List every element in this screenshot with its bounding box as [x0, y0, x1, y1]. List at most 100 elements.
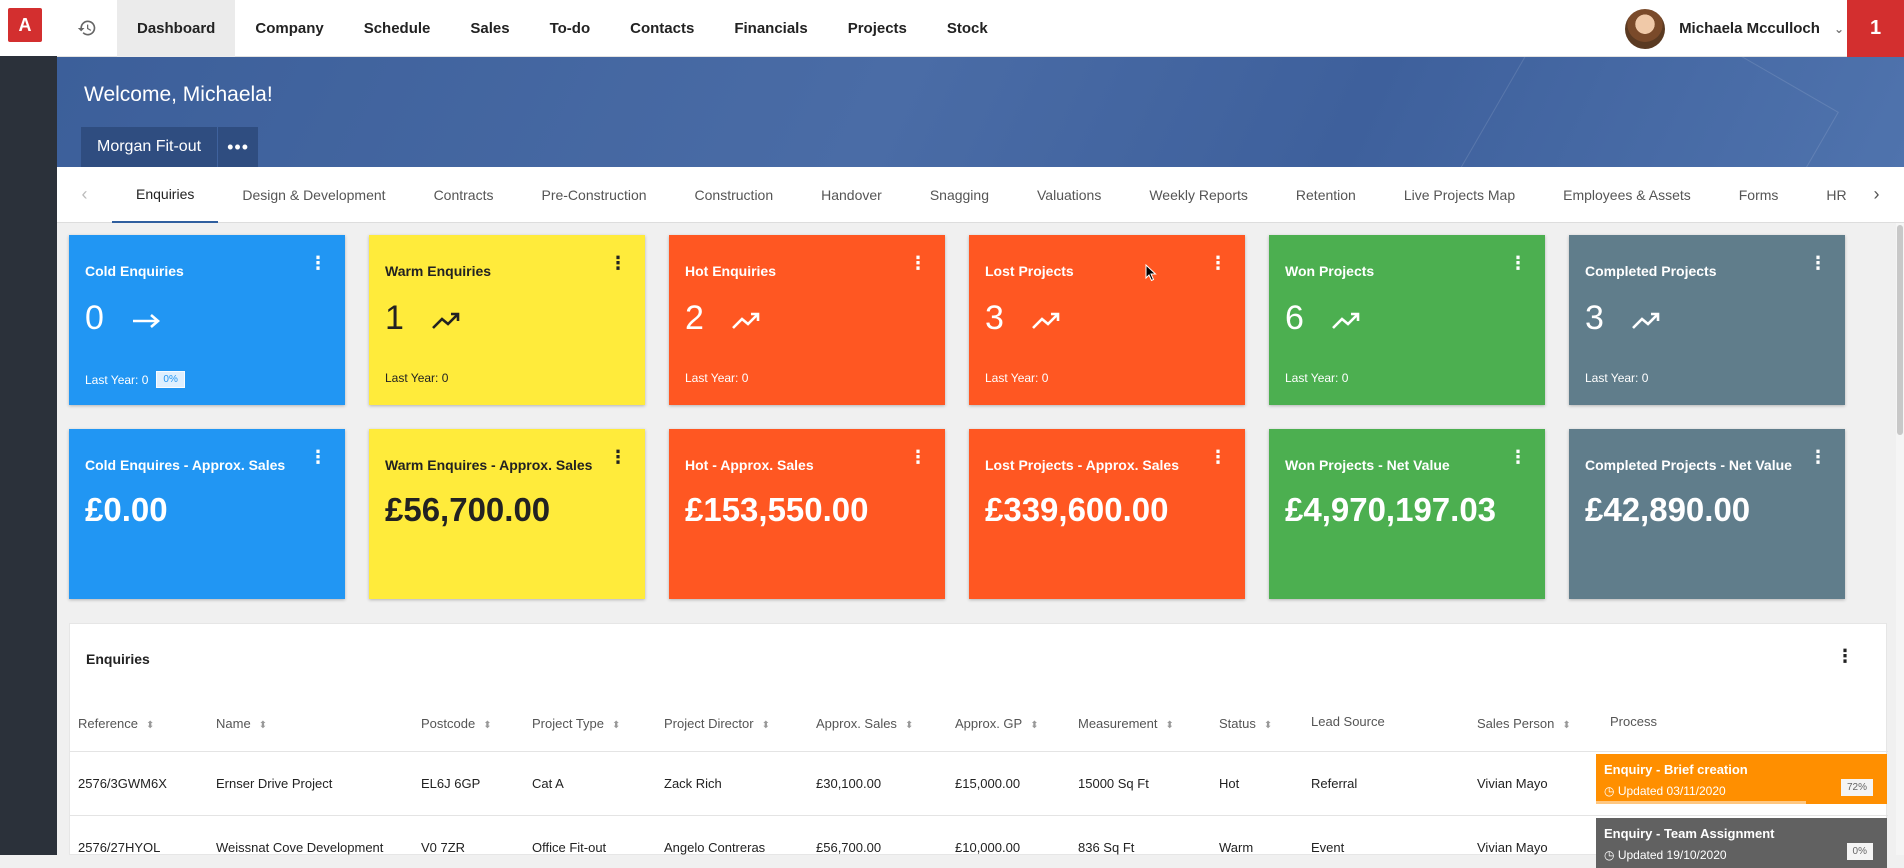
nav-item-to-do[interactable]: To-do: [530, 0, 611, 57]
card-count: 1: [385, 299, 404, 337]
process-status[interactable]: Enquiry - Brief creation ◷ Updated 03/11/…: [1596, 754, 1887, 804]
tab-valuations[interactable]: Valuations: [1013, 167, 1125, 223]
user-menu[interactable]: Michaela Mcculloch ⌄: [1625, 0, 1844, 57]
column-header-label: Lead Source: [1311, 714, 1385, 729]
column-header[interactable]: Measurement ⬍: [1078, 716, 1174, 731]
nav-item-schedule[interactable]: Schedule: [344, 0, 451, 57]
sort-icon[interactable]: ⬍: [1030, 720, 1038, 731]
process-title: Enquiry - Team Assignment: [1604, 826, 1775, 841]
more-vert-icon[interactable]: ⋮: [1209, 254, 1227, 272]
column-header[interactable]: Reference ⬍: [78, 716, 154, 731]
table-cell[interactable]: Ernser Drive Project: [216, 776, 332, 791]
company-button[interactable]: Morgan Fit-out: [81, 127, 218, 167]
card-count: 3: [985, 299, 1004, 337]
card-footer: Last Year: 0: [985, 371, 1048, 385]
more-vert-icon[interactable]: ⋮: [1809, 448, 1827, 466]
value-card[interactable]: Completed Projects - Net Value ⋮ £42,890.0…: [1569, 429, 1845, 599]
nav-item-projects[interactable]: Projects: [828, 0, 927, 57]
process-updated-text: Updated 03/11/2020: [1617, 784, 1726, 798]
more-vert-icon[interactable]: ⋮: [1836, 646, 1854, 667]
column-header-label: Postcode: [421, 716, 476, 731]
value-card[interactable]: Cold Enquires - Approx. Sales ⋮ £0.00: [69, 429, 345, 599]
nav-item-sales[interactable]: Sales: [450, 0, 529, 57]
column-header[interactable]: Sales Person ⬍: [1477, 716, 1571, 731]
scrollbar[interactable]: [1896, 223, 1904, 855]
sort-icon[interactable]: ⬍: [146, 720, 154, 731]
tab-pre-construction[interactable]: Pre-Construction: [517, 167, 670, 223]
more-vert-icon[interactable]: ⋮: [909, 448, 927, 466]
table-cell[interactable]: 2576/27HYOL: [78, 840, 160, 855]
sort-icon[interactable]: ⬍: [1562, 720, 1570, 731]
more-vert-icon[interactable]: ⋮: [309, 254, 327, 272]
tab-enquiries[interactable]: Enquiries: [112, 167, 219, 223]
sort-icon[interactable]: ⬍: [612, 720, 620, 731]
tab-employees-assets[interactable]: Employees & Assets: [1539, 167, 1715, 223]
nav-item-stock[interactable]: Stock: [927, 0, 1008, 57]
column-header[interactable]: Approx. Sales ⬍: [816, 716, 913, 731]
tab-snagging[interactable]: Snagging: [906, 167, 1013, 223]
notification-badge[interactable]: 1: [1847, 0, 1904, 57]
more-options-icon[interactable]: •••: [218, 127, 259, 167]
history-icon[interactable]: [57, 0, 117, 57]
sort-icon[interactable]: ⬍: [1165, 720, 1173, 731]
card-title: Warm Enquires - Approx. Sales: [385, 457, 593, 473]
tab-design-development[interactable]: Design & Development: [218, 167, 409, 223]
more-vert-icon[interactable]: ⋮: [909, 254, 927, 272]
stat-card[interactable]: Warm Enquiries ⋮ 1 Last Year: 0: [369, 235, 645, 405]
table-cell[interactable]: Weissnat Cove Development: [216, 840, 383, 855]
tab-live-projects-map[interactable]: Live Projects Map: [1380, 167, 1539, 223]
value-card[interactable]: Lost Projects - Approx. Sales ⋮ £339,600.0…: [969, 429, 1245, 599]
stat-card[interactable]: Hot Enquiries ⋮ 2 Last Year: 0: [669, 235, 945, 405]
process-status[interactable]: Enquiry - Team Assignment ◷ Updated 19/10…: [1596, 818, 1887, 868]
nav-item-financials[interactable]: Financials: [714, 0, 827, 57]
value-card[interactable]: Hot - Approx. Sales ⋮ £153,550.00: [669, 429, 945, 599]
stat-card[interactable]: Lost Projects ⋮ 3 Last Year: 0: [969, 235, 1245, 405]
scrollbar-thumb[interactable]: [1897, 225, 1903, 435]
stat-card[interactable]: Completed Projects ⋮ 3 Last Year: 0: [1569, 235, 1845, 405]
table-cell: Event: [1311, 840, 1345, 855]
nav-item-company[interactable]: Company: [235, 0, 343, 57]
nav-item-dashboard[interactable]: Dashboard: [117, 0, 236, 57]
more-vert-icon[interactable]: ⋮: [1509, 448, 1527, 466]
card-count: 0: [85, 299, 104, 337]
sort-icon[interactable]: ⬍: [259, 720, 267, 731]
progress-badge: 72%: [1840, 779, 1873, 796]
column-header[interactable]: Status ⬍: [1219, 716, 1272, 731]
tab-forms[interactable]: Forms: [1715, 167, 1803, 223]
stat-card[interactable]: Won Projects ⋮ 6 Last Year: 0: [1269, 235, 1545, 405]
tab-contracts[interactable]: Contracts: [410, 167, 518, 223]
card-title: Completed Projects: [1585, 263, 1717, 279]
tab-retention[interactable]: Retention: [1272, 167, 1380, 223]
chevron-left-icon[interactable]: ‹: [57, 167, 112, 223]
stat-card[interactable]: Cold Enquiries ⋮ 0 Last Year: 0 0%: [69, 235, 345, 405]
sort-icon[interactable]: ⬍: [762, 720, 770, 731]
more-vert-icon[interactable]: ⋮: [609, 254, 627, 272]
sort-icon[interactable]: ⬍: [483, 720, 491, 731]
sort-icon[interactable]: ⬍: [1264, 720, 1272, 731]
more-vert-icon[interactable]: ⋮: [1509, 254, 1527, 272]
last-year-label: Last Year: 0: [85, 372, 149, 387]
value-card[interactable]: Won Projects - Net Value ⋮ £4,970,197.03: [1269, 429, 1545, 599]
more-vert-icon[interactable]: ⋮: [1209, 448, 1227, 466]
table-cell: £10,000.00: [955, 840, 1021, 855]
tab-construction[interactable]: Construction: [671, 167, 798, 223]
column-header[interactable]: Name ⬍: [216, 716, 267, 731]
nav-item-contacts[interactable]: Contacts: [610, 0, 714, 57]
sort-icon[interactable]: ⬍: [905, 720, 913, 731]
column-header[interactable]: Postcode ⬍: [421, 716, 492, 731]
table-cell[interactable]: 2576/3GWM6X: [78, 776, 167, 791]
welcome-banner: Welcome, Michaela! Morgan Fit-out •••: [57, 57, 1904, 167]
column-header[interactable]: Project Type ⬍: [532, 716, 620, 731]
value-card[interactable]: Warm Enquires - Approx. Sales ⋮ £56,700.00: [369, 429, 645, 599]
app-logo[interactable]: A: [8, 8, 42, 42]
nav-items: Dashboard Company Schedule Sales To-do Contac…: [117, 0, 1008, 57]
more-vert-icon[interactable]: ⋮: [1809, 254, 1827, 272]
column-header[interactable]: Project Director ⬍: [664, 716, 770, 731]
tab-weekly-reports[interactable]: Weekly Reports: [1125, 167, 1272, 223]
column-header[interactable]: Approx. GP ⬍: [955, 716, 1039, 731]
more-vert-icon[interactable]: ⋮: [609, 448, 627, 466]
tab-handover[interactable]: Handover: [797, 167, 906, 223]
more-vert-icon[interactable]: ⋮: [309, 448, 327, 466]
chevron-right-icon[interactable]: ›: [1849, 167, 1904, 223]
table-cell: 15000 Sq Ft: [1078, 776, 1149, 791]
